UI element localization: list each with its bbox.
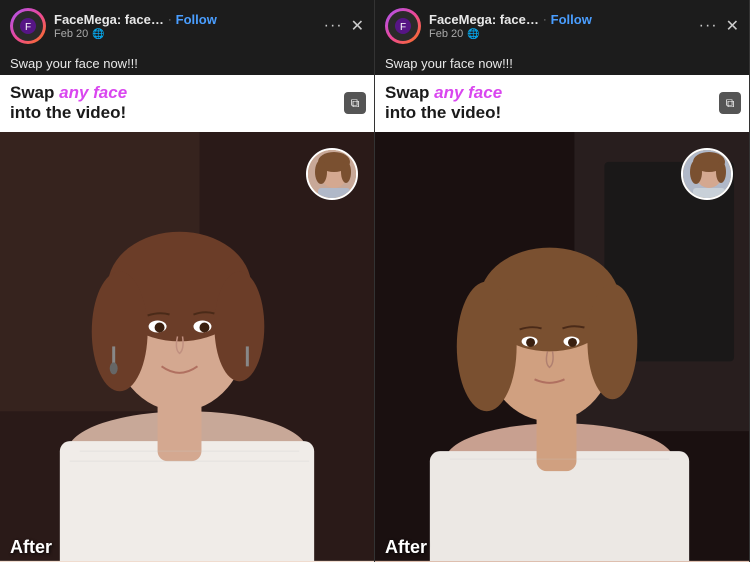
- face-display-right: After: [375, 132, 749, 562]
- svg-text:F: F: [25, 22, 31, 33]
- close-button-right[interactable]: ✕: [726, 16, 739, 36]
- banner-row1-right: Swap any face: [385, 83, 502, 103]
- after-label-left: After: [10, 537, 52, 558]
- banner-row2-left: into the video!: [10, 103, 126, 123]
- more-button-left[interactable]: ···: [324, 17, 343, 35]
- post-media-left: Swap any face into the video! ⧉: [0, 75, 374, 562]
- face-thumbnail-right: [681, 148, 733, 200]
- banner-highlight-right: any face: [434, 83, 502, 102]
- header-info-right: FaceMega: faceswap c... · Follow Feb 20 …: [429, 12, 691, 40]
- dot-right: ·: [543, 14, 547, 26]
- dot-left: ·: [168, 14, 172, 26]
- media-banner-right: Swap any face into the video! ⧉: [375, 75, 749, 132]
- header-bottom-row-right: Feb 20 🌐: [429, 28, 691, 40]
- close-button-left[interactable]: ✕: [351, 16, 364, 36]
- follow-button-left[interactable]: Follow: [176, 12, 217, 27]
- post-date-right: Feb 20: [429, 28, 463, 40]
- banner-prefix-right: Swap: [385, 83, 434, 102]
- header-top-row-right: FaceMega: faceswap c... · Follow: [429, 12, 691, 27]
- copy-icon-left[interactable]: ⧉: [344, 92, 366, 114]
- header-top-row-left: FaceMega: faceswap c... · Follow: [54, 12, 316, 27]
- avatar-icon-left: F: [13, 11, 43, 41]
- header-info-left: FaceMega: faceswap c... · Follow Feb 20 …: [54, 12, 316, 40]
- post-header-left: F FaceMega: faceswap c... · Follow Feb 2…: [0, 0, 374, 50]
- post-header-right: F FaceMega: faceswap c... · Follow Feb 2…: [375, 0, 749, 50]
- page-name-right[interactable]: FaceMega: faceswap c...: [429, 12, 539, 27]
- header-actions-right: ··· ✕: [699, 16, 739, 36]
- after-label-right: After: [385, 537, 427, 558]
- avatar-right[interactable]: F: [385, 8, 421, 44]
- header-actions-left: ··· ✕: [324, 16, 364, 36]
- avatar-left[interactable]: F: [10, 8, 46, 44]
- post-caption-right: Swap your face now!!!: [375, 50, 749, 75]
- avatar-icon-right: F: [388, 11, 418, 41]
- media-banner-left: Swap any face into the video! ⧉: [0, 75, 374, 132]
- globe-icon-right: 🌐: [467, 29, 479, 40]
- header-bottom-row-left: Feb 20 🌐: [54, 28, 316, 40]
- post-media-right: Swap any face into the video! ⧉: [375, 75, 749, 562]
- copy-icon-right[interactable]: ⧉: [719, 92, 741, 114]
- svg-text:F: F: [400, 22, 406, 33]
- page-name-left[interactable]: FaceMega: faceswap c...: [54, 12, 164, 27]
- banner-row2-right: into the video!: [385, 103, 501, 123]
- post-card-left: F FaceMega: faceswap c... · Follow Feb 2…: [0, 0, 375, 562]
- post-date-left: Feb 20: [54, 28, 88, 40]
- post-card-right: F FaceMega: faceswap c... · Follow Feb 2…: [375, 0, 750, 562]
- banner-highlight-left: any face: [59, 83, 127, 102]
- face-thumbnail-left: [306, 148, 358, 200]
- follow-button-right[interactable]: Follow: [551, 12, 592, 27]
- post-caption-left: Swap your face now!!!: [0, 50, 374, 75]
- video-area-left[interactable]: After: [0, 132, 374, 562]
- banner-row1-left: Swap any face: [10, 83, 127, 103]
- banner-prefix-left: Swap: [10, 83, 59, 102]
- more-button-right[interactable]: ···: [699, 17, 718, 35]
- globe-icon-left: 🌐: [92, 29, 104, 40]
- video-area-right[interactable]: After: [375, 132, 749, 562]
- face-display-left: After: [0, 132, 374, 562]
